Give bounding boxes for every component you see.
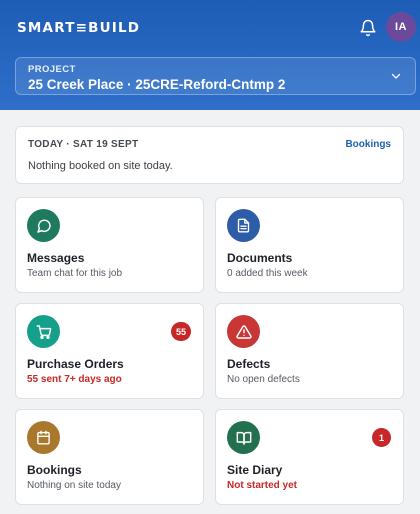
notification-badge: 55 <box>170 322 191 341</box>
notification-badge: 1 <box>372 428 391 447</box>
messages-card[interactable]: Messages Team chat for this job <box>15 197 204 293</box>
card-subtitle: 55 sent 7+ days ago <box>27 374 122 385</box>
card-title: Site Diary <box>227 463 283 477</box>
project-selector[interactable]: PROJECT 25 Creek Place · 25CRE-Reford-Cn… <box>15 57 416 95</box>
app-header: SMART≡BUILD IA PROJECT 25 Creek Place · … <box>0 0 420 110</box>
bookings-link[interactable]: Bookings <box>345 139 391 150</box>
today-date-label: TODAY · SAT 19 SEPT <box>28 139 139 150</box>
book-icon <box>227 421 260 454</box>
card-subtitle: Not started yet <box>227 480 298 491</box>
card-subtitle: Team chat for this job <box>27 268 123 279</box>
card-subtitle: No open defects <box>227 374 300 385</box>
calendar-icon <box>27 421 60 454</box>
card-subtitle: 0 added this week <box>227 268 308 279</box>
smartbuild-logo[interactable]: SMART≡BUILD <box>17 20 140 36</box>
bookings-card[interactable]: Bookings Nothing on site today <box>15 409 204 505</box>
card-title: Documents <box>227 251 293 265</box>
cart-icon <box>27 315 60 348</box>
chevron-down-icon <box>391 73 401 79</box>
purchase-orders-card[interactable]: 55 Purchase Orders 55 sent 7+ days ago <box>15 303 204 399</box>
defects-card[interactable]: Defects No open defects <box>215 303 404 399</box>
card-title: Bookings <box>27 463 82 477</box>
today-message: Nothing booked on site today. <box>28 160 173 172</box>
chat-bubble-icon <box>27 209 60 242</box>
today-panel: TODAY · SAT 19 SEPT Bookings Nothing boo… <box>15 126 404 184</box>
bell-icon[interactable] <box>357 17 379 39</box>
card-title: Purchase Orders <box>27 357 124 371</box>
project-label: PROJECT <box>28 64 76 75</box>
warning-icon <box>227 315 260 348</box>
document-icon <box>227 209 260 242</box>
user-avatar[interactable]: IA <box>386 12 416 42</box>
card-subtitle: Nothing on site today <box>27 480 121 491</box>
card-title: Messages <box>27 251 85 265</box>
site-diary-card[interactable]: 1 Site Diary Not started yet <box>215 409 404 505</box>
documents-card[interactable]: Documents 0 added this week <box>215 197 404 293</box>
project-name: 25 Creek Place · 25CRE-Reford-Cntmp 2 <box>28 77 286 92</box>
card-title: Defects <box>227 357 271 371</box>
